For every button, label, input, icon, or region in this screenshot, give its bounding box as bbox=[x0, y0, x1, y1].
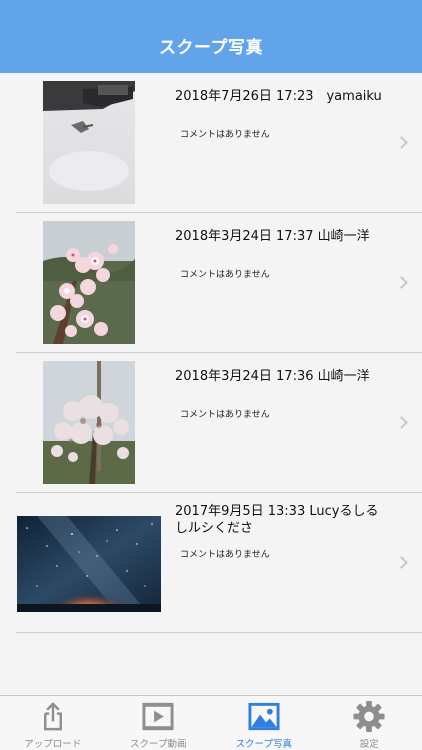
post-date: 2018年3月24日 17:36 山崎一洋 bbox=[175, 369, 370, 384]
photo-thumbnail bbox=[43, 81, 135, 204]
photo-thumbnail bbox=[17, 516, 161, 612]
page-title: スクープ写真 bbox=[159, 38, 263, 58]
tab-photo[interactable]: スクープ写真 bbox=[211, 696, 317, 750]
post-comment: コメントはありません bbox=[180, 550, 270, 560]
navigation-bar: スクープ写真 bbox=[0, 0, 422, 73]
tab-settings[interactable]: 設定 bbox=[317, 696, 422, 750]
video-icon bbox=[142, 702, 174, 731]
photo-list[interactable]: 2018年7月26日 17:23 yamaiku コメントはありません 2018… bbox=[0, 73, 422, 695]
post-date: 2018年7月26日 17:23 yamaiku bbox=[175, 89, 382, 104]
tab-video[interactable]: スクープ動画 bbox=[106, 696, 212, 750]
list-item[interactable]: 2018年3月24日 17:36 山崎一洋 コメントはありません bbox=[0, 353, 422, 493]
photo-icon bbox=[248, 702, 280, 731]
tab-upload[interactable]: アップロード bbox=[0, 696, 106, 750]
tab-label: スクープ動画 bbox=[130, 739, 187, 750]
chevron-right-icon bbox=[395, 136, 408, 149]
photo-thumbnail bbox=[43, 361, 135, 484]
tab-label: 設定 bbox=[359, 739, 379, 750]
tab-label: アップロード bbox=[24, 739, 82, 750]
chevron-right-icon bbox=[395, 556, 408, 569]
post-date: 2018年3月24日 17:37 山崎一洋 bbox=[175, 229, 370, 244]
tab-label: スクープ写真 bbox=[235, 739, 292, 750]
gear-icon bbox=[353, 700, 385, 733]
list-item[interactable]: 2017年9月5日 13:33 Lucyるしるしルシくださ コメントはありません bbox=[0, 493, 422, 633]
chevron-right-icon bbox=[395, 416, 408, 429]
list-item[interactable]: 2018年7月26日 17:23 yamaiku コメントはありません bbox=[0, 73, 422, 213]
post-comment: コメントはありません bbox=[180, 130, 270, 140]
list-item[interactable]: 2018年3月24日 17:37 山崎一洋 コメントはありません bbox=[0, 213, 422, 353]
post-comment: コメントはありません bbox=[180, 270, 270, 280]
post-comment: コメントはありません bbox=[180, 410, 270, 420]
post-date: 2017年9月5日 13:33 Lucyるしるしルシくださ bbox=[175, 504, 379, 536]
tab-bar: アップロード スクープ動画 スクープ写真 設定 bbox=[0, 695, 422, 750]
chevron-right-icon bbox=[395, 276, 408, 289]
photo-thumbnail bbox=[43, 221, 135, 344]
upload-icon bbox=[43, 702, 62, 731]
